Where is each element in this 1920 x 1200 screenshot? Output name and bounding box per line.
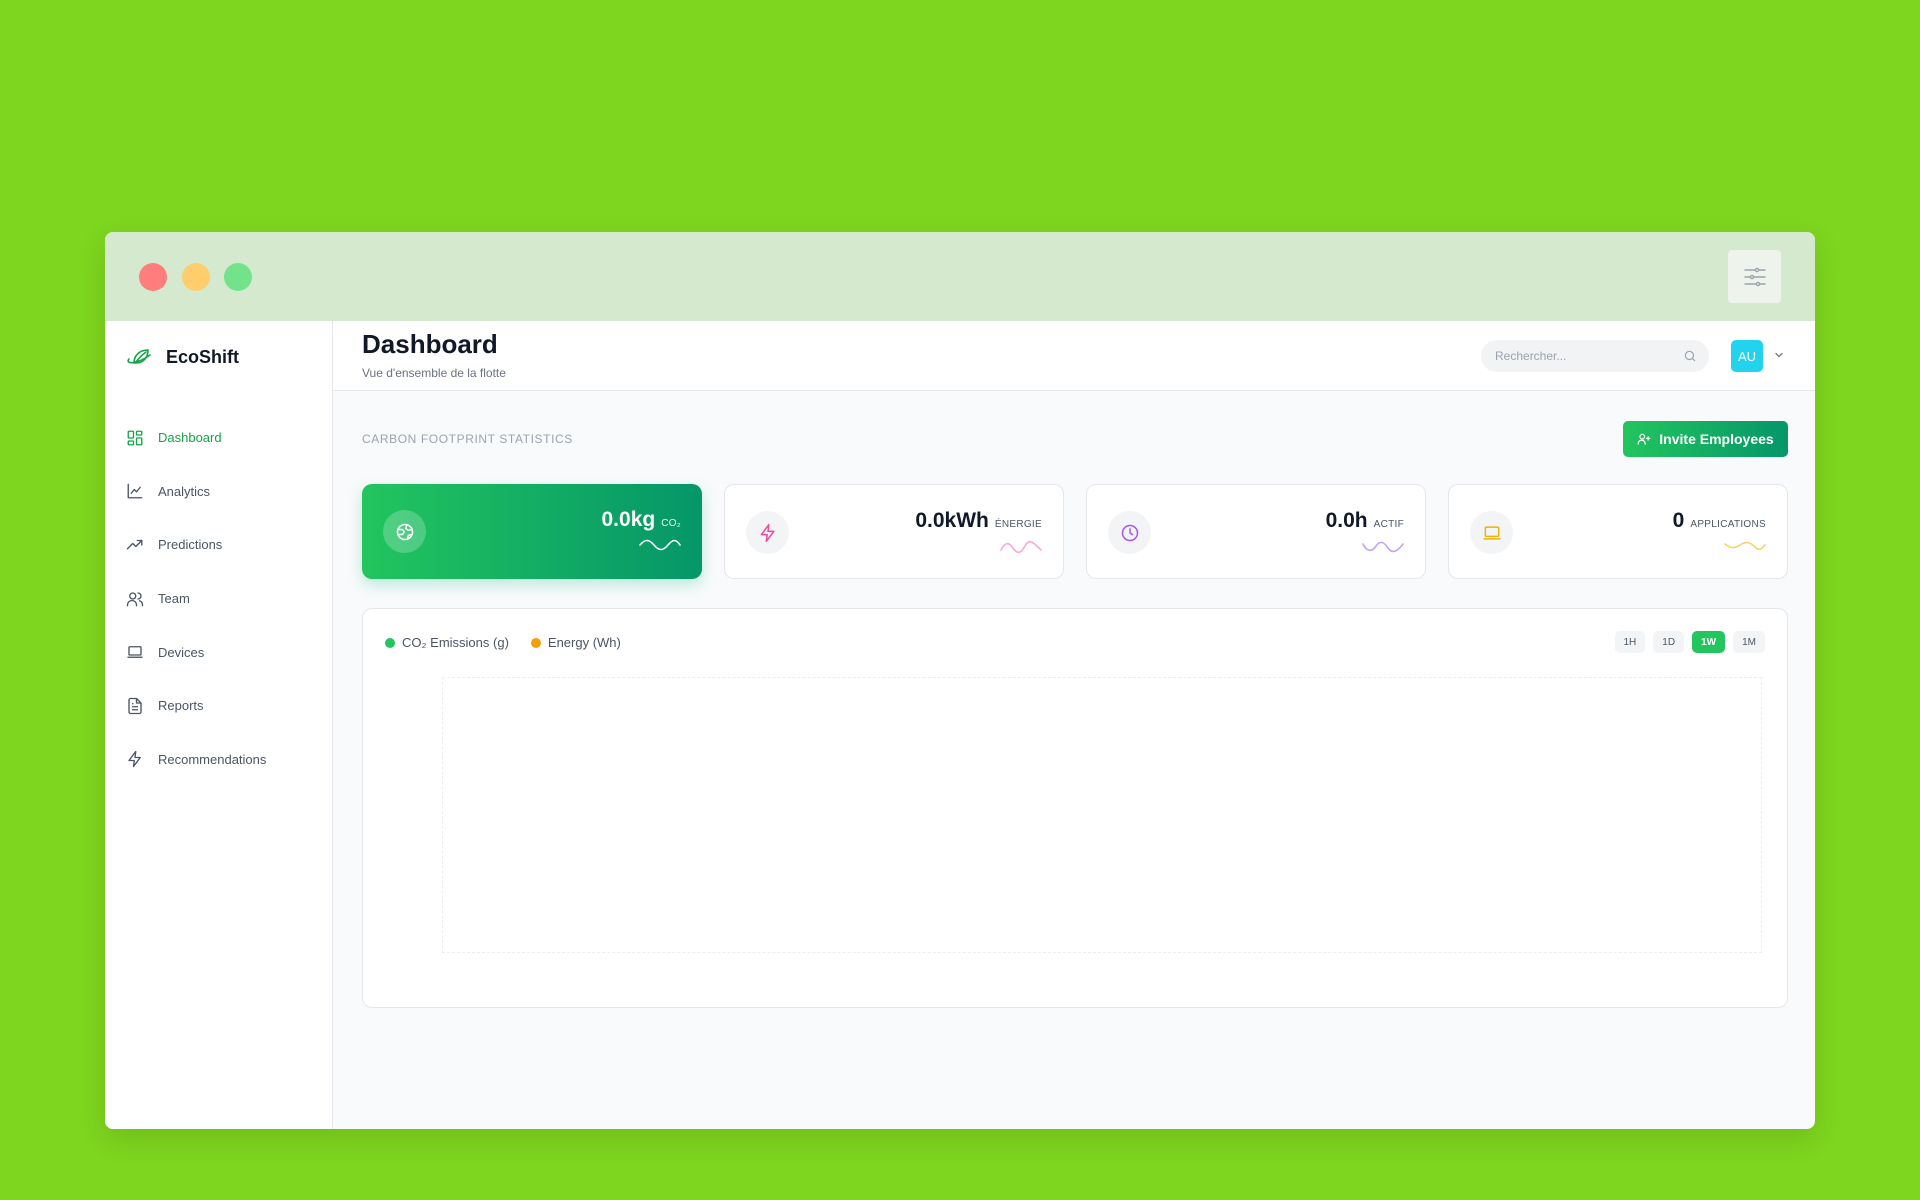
sidebar-item-label: Reports [158,698,204,714]
stat-card-co2[interactable]: 0.0kg CO₂ [362,484,702,579]
stat-icon-container [383,510,426,553]
close-window-button[interactable] [139,263,167,291]
page-subtitle: Vue d'ensemble de la flotte [362,366,506,380]
zap-icon [128,751,141,768]
legend-label: Energy (Wh) [547,635,621,650]
sidebar-item-recommendations[interactable]: Recommendations [105,733,332,787]
stat-card-active-time[interactable]: 0.0h ACTIF [1086,484,1426,579]
stat-value-row: 0.0kWh ÉNERGIE [915,509,1042,533]
stat-value: 0.0kWh [915,509,989,532]
stat-value: 0.0kg [601,508,656,531]
clock-icon [1121,524,1138,541]
sidebar-item-reports[interactable]: Reports [105,679,332,733]
globe-icon [396,523,413,540]
search-icon [1684,350,1696,362]
brand-logo[interactable]: EcoShift [126,345,239,369]
range-button-1w[interactable]: 1W [1692,631,1726,653]
chart-legend: CO₂ Emissions (g) Energy (Wh) [385,635,621,650]
sidebar-item-label: Predictions [158,537,223,553]
sidebar-nav: Dashboard Analytics Predictions Team Dev… [105,411,332,786]
invite-button-label: Invite Employees [1659,431,1774,447]
title-bar [105,232,1815,321]
sparkline [639,539,681,551]
page-title: Dashboard [362,329,498,359]
legend-item-co2[interactable]: CO₂ Emissions (g) [385,635,509,650]
main-content: Dashboard Vue d'ensemble de la flotte AU… [333,321,1815,1129]
sidebar-item-dashboard[interactable]: Dashboard [105,411,332,465]
sparkline [1724,541,1766,551]
stat-icon-container [1470,511,1513,554]
legend-swatch [385,637,395,648]
legend-label: CO₂ Emissions (g) [402,635,509,650]
dashboard-grid-icon [127,430,143,446]
section-title: CARBON FOOTPRINT STATISTICS [362,432,573,446]
trending-up-icon [126,539,143,550]
zap-icon [760,523,775,542]
sparkline [1000,540,1042,554]
legend-swatch [530,637,541,648]
chevron-down-icon[interactable] [1773,349,1785,361]
laptop-icon [1483,525,1500,540]
time-range-selector: 1H 1D 1W 1M [1614,631,1765,653]
users-icon [126,591,144,607]
sidebar-item-devices[interactable]: Devices [105,625,332,679]
stat-card-energy[interactable]: 0.0kWh ÉNERGIE [724,484,1064,579]
stat-card-applications[interactable]: 0 APPLICATIONS [1448,484,1788,579]
range-button-1h[interactable]: 1H [1614,631,1646,653]
sidebar-item-label: Analytics [158,483,211,499]
sliders-icon [1743,267,1766,286]
emissions-chart-panel: CO₂ Emissions (g) Energy (Wh) 1H 1D 1W 1… [362,608,1788,1008]
sparkline [1362,541,1404,553]
chart-plot-area [442,677,1762,953]
invite-employees-button[interactable]: Invite Employees [1623,421,1788,457]
page-header: Dashboard Vue d'ensemble de la flotte AU [333,321,1815,391]
stat-value-row: 0 APPLICATIONS [1673,509,1766,533]
file-text-icon [128,697,142,714]
stat-value: 0 [1672,509,1685,532]
user-plus-icon [1637,433,1651,445]
stat-icon-container [746,511,789,554]
minimize-window-button[interactable] [182,263,210,291]
sidebar-item-predictions[interactable]: Predictions [105,518,332,572]
stat-unit: CO₂ [661,518,681,529]
stat-value: 0.0h [1325,509,1368,532]
range-button-1d[interactable]: 1D [1653,631,1685,653]
sidebar-item-team[interactable]: Team [105,572,332,626]
search-input[interactable] [1495,349,1683,363]
stat-value-row: 0.0h ACTIF [1326,509,1404,533]
user-avatar[interactable]: AU [1731,340,1763,372]
sidebar: EcoShift Dashboard Analytics Predictions… [105,321,333,1129]
sidebar-item-label: Dashboard [158,430,222,446]
sidebar-item-label: Recommendations [158,751,267,767]
stat-icon-container [1108,511,1151,554]
settings-button[interactable] [1728,250,1781,303]
sidebar-item-label: Devices [158,644,205,660]
leaf-planet-icon [127,349,151,364]
stat-unit: ACTIF [1373,519,1404,530]
stat-unit: ÉNERGIE [994,519,1042,530]
range-button-1m[interactable]: 1M [1733,631,1765,653]
sidebar-item-analytics[interactable]: Analytics [105,465,332,519]
line-chart-icon [127,483,143,499]
maximize-window-button[interactable] [224,263,252,291]
search-box[interactable] [1481,340,1709,372]
legend-item-energy[interactable]: Energy (Wh) [530,635,621,650]
app-window: EcoShift Dashboard Analytics Predictions… [105,232,1815,1129]
sidebar-item-label: Team [158,591,190,607]
stat-value-row: 0.0kg CO₂ [602,508,682,532]
laptop-icon [127,646,143,659]
stat-unit: APPLICATIONS [1690,519,1766,530]
brand-name: EcoShift [166,346,240,367]
